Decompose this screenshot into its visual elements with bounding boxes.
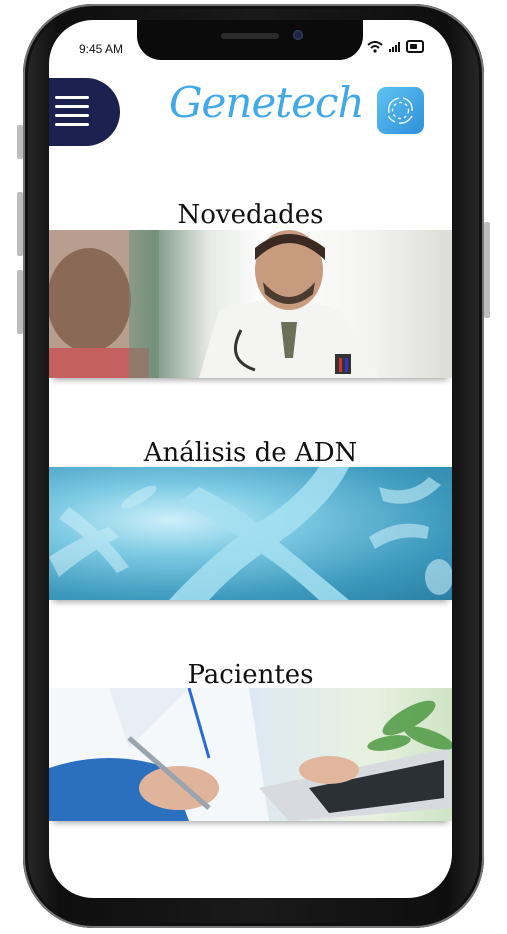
patients-banner[interactable] — [49, 688, 452, 821]
dna-chromosomes-photo — [49, 467, 452, 600]
volume-up-button — [17, 192, 23, 256]
app-logo-icon[interactable] — [377, 87, 424, 134]
battery-icon — [406, 40, 424, 53]
app-logo-text: Genetech — [169, 78, 365, 127]
section-title-novedades: Novedades — [177, 200, 324, 230]
doctor-writing-laptop-photo — [49, 688, 452, 821]
power-button — [484, 222, 490, 318]
section-title-pacientes: Pacientes — [187, 660, 314, 690]
status-icons — [367, 40, 424, 53]
volume-down-button — [17, 270, 23, 334]
hamburger-menu-icon[interactable] — [55, 96, 89, 132]
speaker-grille — [221, 33, 279, 39]
front-camera — [293, 30, 303, 40]
section-title-analisis-adn: Análisis de ADN — [143, 438, 358, 468]
notch — [137, 20, 363, 60]
doctor-consultation-photo — [49, 230, 379, 378]
dna-analysis-banner[interactable] — [49, 467, 452, 600]
news-banner[interactable] — [49, 230, 452, 378]
wifi-icon — [367, 40, 383, 53]
status-time: 9:45 AM — [79, 42, 124, 56]
mute-switch — [17, 125, 23, 159]
signal-icon — [389, 41, 400, 52]
app-screen: 9:45 AM Genetech Novedades Análisis de A… — [49, 20, 452, 898]
